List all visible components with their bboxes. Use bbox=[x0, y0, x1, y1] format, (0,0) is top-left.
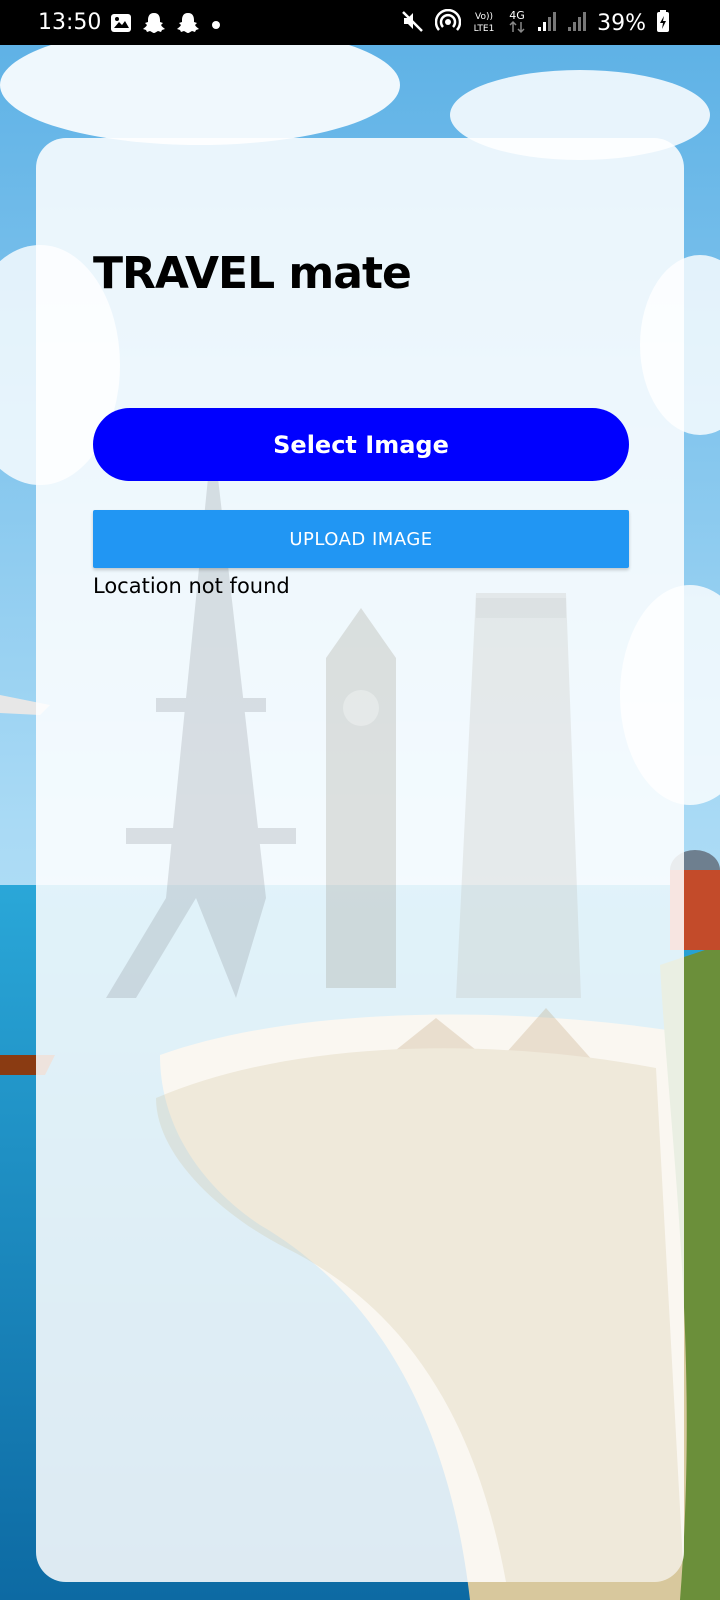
status-bar: 13:50 Vo)) LTE1 4G 39% bbox=[0, 0, 720, 45]
battery-icon bbox=[656, 9, 670, 37]
snapchat-icon bbox=[142, 12, 166, 38]
main-card: TRAVEL mate Select Image UPLOAD IMAGE Lo… bbox=[36, 138, 684, 1582]
system-icons: Vo)) LTE1 4G 39% bbox=[401, 8, 670, 38]
select-image-button[interactable]: Select Image bbox=[93, 408, 629, 481]
location-result-text: Location not found bbox=[93, 574, 290, 598]
svg-text:Vo)): Vo)) bbox=[475, 12, 493, 22]
hotspot-icon bbox=[434, 8, 462, 37]
landmarks-illustration bbox=[36, 138, 684, 1582]
svg-text:LTE1: LTE1 bbox=[474, 24, 495, 34]
mute-icon bbox=[401, 9, 425, 37]
notification-icons bbox=[110, 12, 222, 38]
battery-percent: 39% bbox=[597, 10, 646, 36]
upload-image-button[interactable]: UPLOAD IMAGE bbox=[93, 510, 629, 568]
gallery-icon bbox=[110, 13, 132, 37]
signal-icon bbox=[567, 10, 587, 36]
snapchat-icon bbox=[176, 12, 200, 38]
signal-icon bbox=[537, 10, 557, 36]
4g-icon: 4G bbox=[507, 8, 527, 38]
svg-text:4G: 4G bbox=[509, 9, 525, 22]
volte-icon: Vo)) LTE1 bbox=[471, 8, 497, 38]
dot-icon bbox=[210, 16, 222, 35]
app-title: TRAVEL mate bbox=[93, 248, 412, 299]
clock: 13:50 bbox=[38, 10, 102, 35]
